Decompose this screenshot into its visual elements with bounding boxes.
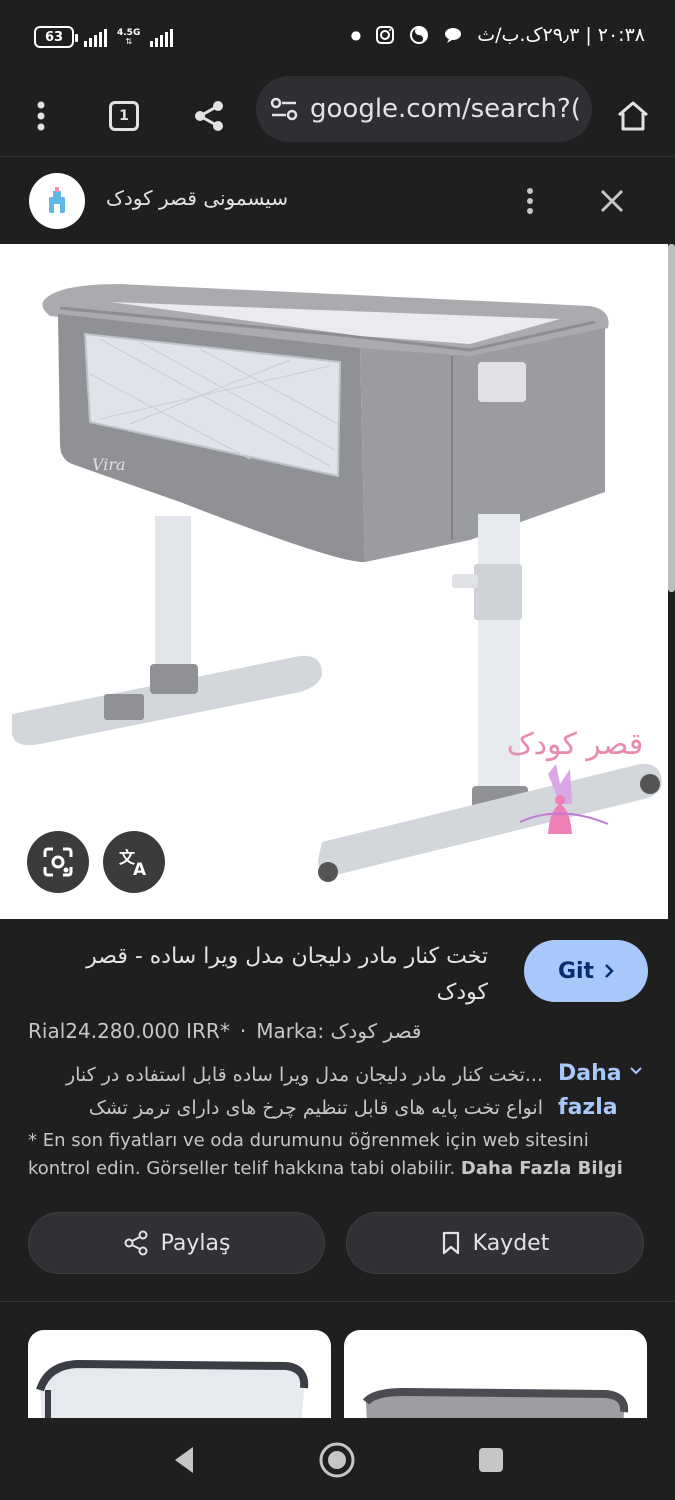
site-name[interactable]: سیسمونی قصر کودک [106,186,288,210]
translate-icon: 文A [119,848,147,879]
clock: ۲۰:۳۸ | ۲۹٫۳ک.ب/ث [477,24,645,46]
learn-more-link[interactable]: Daha Fazla Bilgi [461,1158,623,1179]
battery-level: 63 [44,29,64,45]
home-nav-button[interactable] [315,1438,359,1482]
chevron-right-icon [605,964,614,978]
castle-logo-icon [49,187,65,213]
home-button[interactable] [605,86,661,146]
product-info: تخت کنار مادر دلیجان مدل ویرا ساده - قصر… [0,919,675,1301]
close-button[interactable] [590,179,634,223]
scrollbar-thumb[interactable] [668,244,675,592]
instagram-icon [375,25,395,45]
battery-icon: 63 [34,26,78,48]
result-header: سیسمونی قصر کودک [0,156,675,244]
disclaimer: * En son fiyatları ve oda durumunu öğren… [28,1127,648,1183]
signal-icon-2 [150,27,174,47]
lens-search-button[interactable] [27,831,89,893]
price-line: Rial24.280.000 IRR* · Marka: قصر کودک [28,1019,422,1043]
omnibox[interactable]: google.com/search?( [256,76,592,142]
tab-switcher-button[interactable]: 1 [96,86,152,146]
brand-name: قصر کودک [330,1019,422,1043]
kebab-menu-icon [37,101,45,131]
share-button[interactable]: Paylaş [28,1212,325,1274]
close-icon [600,189,624,213]
site-logo[interactable] [29,173,85,229]
browser-toolbar: 1 google.com/search?( [0,76,675,156]
app-icon [409,25,429,45]
status-bar: 63 4.5G ⇅ ● ۲۰:۳۸ | ۲۹٫۳ک.ب/ث [0,0,675,76]
bassinet-illustration: Vira قصر کودک [12,284,662,882]
related-images [0,1301,675,1418]
back-icon [175,1447,193,1473]
lens-icon [43,847,73,877]
svg-text:A: A [133,860,147,879]
price: Rial24.280.000 IRR* [28,1019,230,1043]
share-icon [124,1230,148,1256]
product-title[interactable]: تخت کنار مادر دلیجان مدل ویرا ساده - قصر… [28,939,488,1011]
bookmark-icon [442,1231,459,1255]
brand-label: Marka: [256,1019,325,1043]
product-description: ...تخت کنار مادر دلیجان مدل ویرا ساده قا… [65,1064,543,1119]
site-settings-icon [270,97,298,121]
share-page-button[interactable] [181,86,237,146]
tab-count: 1 [109,101,139,131]
save-label: Kaydet [472,1230,550,1256]
home-icon [618,101,648,131]
save-button[interactable]: Kaydet [346,1212,644,1274]
brand-text: Vira [92,455,126,474]
share-label: Paylaş [160,1230,231,1256]
dot-icon: ● [350,28,362,42]
related-image [36,1359,309,1418]
system-nav-bar [0,1418,675,1500]
kebab-menu-icon [527,188,533,214]
home-circle-icon [319,1442,355,1478]
more-link[interactable]: Daha fazla [558,1057,622,1125]
recents-icon [479,1448,503,1472]
menu-button[interactable] [13,86,69,146]
url-text: google.com/search?( [310,94,581,124]
related-image [362,1387,629,1418]
product-image[interactable]: Vira قصر کودک 文A [0,244,668,919]
chevron-down-icon[interactable] [628,1065,644,1077]
signal-icon [84,27,107,47]
recents-button[interactable] [469,1438,513,1482]
related-image-card[interactable] [28,1330,331,1418]
back-button[interactable] [162,1438,206,1482]
visit-label: Git [557,958,595,984]
watermark-text: قصر کودک [507,727,643,762]
share-icon [195,101,223,131]
translate-button[interactable]: 文A [103,831,165,893]
more-options-button[interactable] [510,179,550,223]
chat-icon [443,25,463,45]
visit-button[interactable]: Git [524,940,648,1002]
related-image-card[interactable] [344,1330,647,1418]
